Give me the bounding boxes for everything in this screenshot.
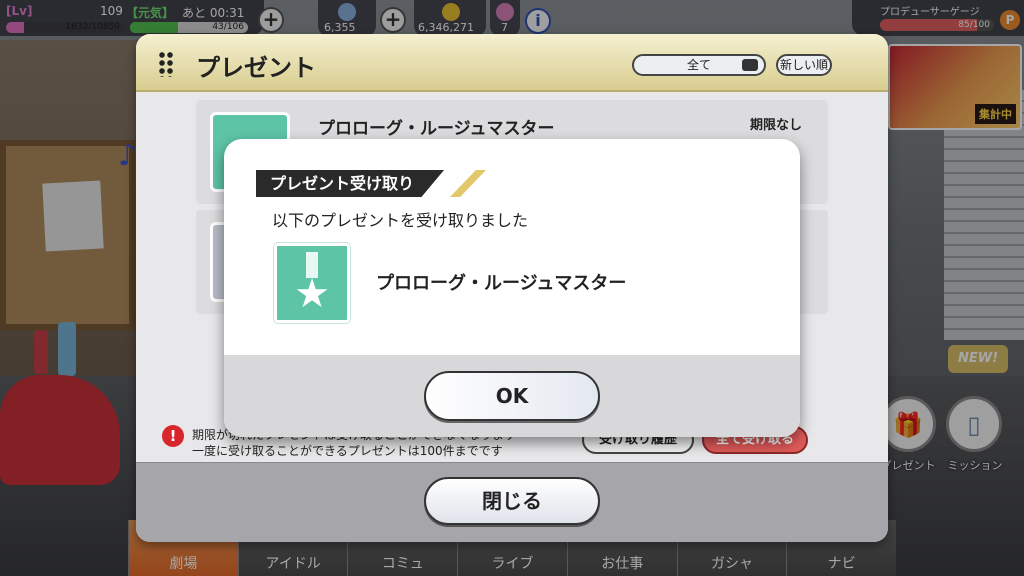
present-name: プロローグ・ルージュマスター xyxy=(318,119,555,139)
receive-result-modal: プレゼント受け取り 以下のプレゼントを受け取りました ★ プロローグ・ルージュマ… xyxy=(224,139,800,437)
modal-message: 以下のプレゼントを受け取りました xyxy=(272,211,529,230)
drag-handle-icon xyxy=(158,51,174,77)
star-icon: ★ xyxy=(294,271,330,317)
present-limit: 期限なし xyxy=(749,118,802,133)
modal-footer: OK xyxy=(224,355,800,437)
filter-toggle-icon xyxy=(742,59,758,71)
filter-label: 全て xyxy=(686,58,711,72)
notice-line-2: 一度に受け取ることができるプレゼントは100件までです xyxy=(192,444,503,458)
panel-footer: 閉じる xyxy=(136,462,888,542)
filter-dropdown[interactable]: 全て xyxy=(632,54,766,76)
panel-header: プレゼント 全て 新しい順 xyxy=(136,34,888,92)
sort-button[interactable]: 新しい順 xyxy=(776,54,832,76)
modal-title-tag: プレゼント受け取り xyxy=(256,170,445,197)
ok-button[interactable]: OK xyxy=(424,371,600,421)
received-item-name: プロローグ・ルージュマスター xyxy=(376,273,627,294)
panel-title: プレゼント xyxy=(196,54,316,82)
medal-icon: ★ xyxy=(274,243,350,323)
warning-icon: ! xyxy=(162,425,184,447)
modal-tag-accent xyxy=(450,170,486,197)
close-button[interactable]: 閉じる xyxy=(424,477,600,525)
